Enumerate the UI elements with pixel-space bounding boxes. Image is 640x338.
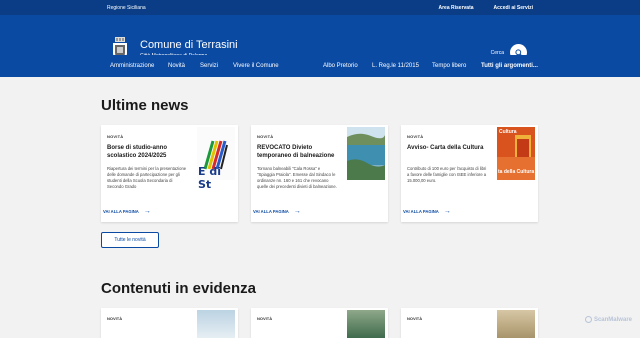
card-link-label: VAI ALLA PAGINA <box>103 209 139 214</box>
reserved-area-link[interactable]: Area Riservata <box>439 5 474 11</box>
arrow-right-icon: → <box>443 208 451 215</box>
watermark: ScanMalware <box>584 316 632 323</box>
featured-card[interactable]: NOVITÀ <box>251 308 388 338</box>
card-link[interactable]: VAI ALLA PAGINA → <box>253 208 301 215</box>
card-link[interactable]: VAI ALLA PAGINA → <box>403 208 451 215</box>
card-category: NOVITÀ <box>107 134 124 139</box>
card-image <box>197 310 235 338</box>
card-image-text-bottom: ta della Cultura <box>498 169 535 175</box>
arrow-right-icon: → <box>293 208 301 215</box>
card-category: NOVITÀ <box>407 134 424 139</box>
card-link-label: VAI ALLA PAGINA <box>253 209 289 214</box>
nav-item-tempo-libero[interactable]: Tempo libero <box>432 63 466 69</box>
news-card[interactable]: NOVITÀ Borse di studio-anno scolastico 2… <box>101 125 238 222</box>
card-category: NOVITÀ <box>407 316 423 321</box>
card-image: E di St <box>197 127 235 191</box>
card-image: Cultura ta della Cultura <box>497 127 535 180</box>
main-content: Ultime news NOVITÀ Borse di studio-anno … <box>0 77 640 338</box>
card-image-text: E di St <box>198 165 221 191</box>
arrow-right-icon: → <box>143 208 151 215</box>
card-category: NOVITÀ <box>257 316 273 321</box>
watermark-text: ScanMalware <box>593 316 632 323</box>
all-news-button[interactable]: Tutte le novità <box>101 232 159 248</box>
nav-item-vivere[interactable]: Vivere il Comune <box>233 63 279 69</box>
card-link[interactable]: VAI ALLA PAGINA → <box>103 208 151 215</box>
news-card[interactable]: NOVITÀ Avviso- Carta della Cultura Contr… <box>401 125 538 222</box>
card-description: Contributo di 100 euro per l'acquisto di… <box>407 166 487 183</box>
card-title[interactable]: REVOCATO Divieto temporaneo di balneazio… <box>257 144 339 160</box>
news-card[interactable]: NOVITÀ REVOCATO Divieto temporaneo di ba… <box>251 125 388 222</box>
watermark-icon <box>584 316 592 323</box>
card-title[interactable]: Avviso- Carta della Cultura <box>407 144 489 152</box>
access-services-link[interactable]: Accedi ai Servizi <box>494 5 533 11</box>
card-description: Tornano balneabili "Cala Rossa" e "Spiag… <box>257 166 337 189</box>
card-category: NOVITÀ <box>107 316 123 321</box>
featured-card[interactable]: NOVITÀ <box>101 308 238 338</box>
card-image <box>347 127 385 180</box>
card-category: NOVITÀ <box>257 134 274 139</box>
site-title: Comune di Terrasini <box>140 39 238 51</box>
news-heading: Ultime news <box>101 97 189 114</box>
card-title[interactable]: Borse di studio-anno scolastico 2024/202… <box>107 144 189 160</box>
nav-item-servizi[interactable]: Servizi <box>200 63 218 69</box>
nav-item-all-topics[interactable]: Tutti gli argomenti... <box>481 63 538 69</box>
nav-item-amministrazione[interactable]: Amministrazione <box>110 63 154 69</box>
card-link-label: VAI ALLA PAGINA <box>403 209 439 214</box>
card-image-text-top: Cultura <box>499 129 517 135</box>
featured-card[interactable]: NOVITÀ <box>401 308 538 338</box>
nav-item-novita[interactable]: Novità <box>168 63 185 69</box>
main-nav: Amministrazione Novità Servizi Vivere il… <box>0 55 640 77</box>
nav-item-albo[interactable]: Albo Pretorio <box>323 63 358 69</box>
region-link[interactable]: Regione Siciliana <box>107 5 146 11</box>
card-image <box>347 310 385 338</box>
top-bar: Regione Siciliana Area Riservata Accedi … <box>0 0 640 15</box>
featured-heading: Contenuti in evidenza <box>101 280 257 297</box>
nav-item-lreg[interactable]: L. Reg.le 11/2015 <box>372 63 419 69</box>
card-description: Riapertura dei termini per la presentazi… <box>107 166 187 189</box>
card-image <box>497 310 535 338</box>
